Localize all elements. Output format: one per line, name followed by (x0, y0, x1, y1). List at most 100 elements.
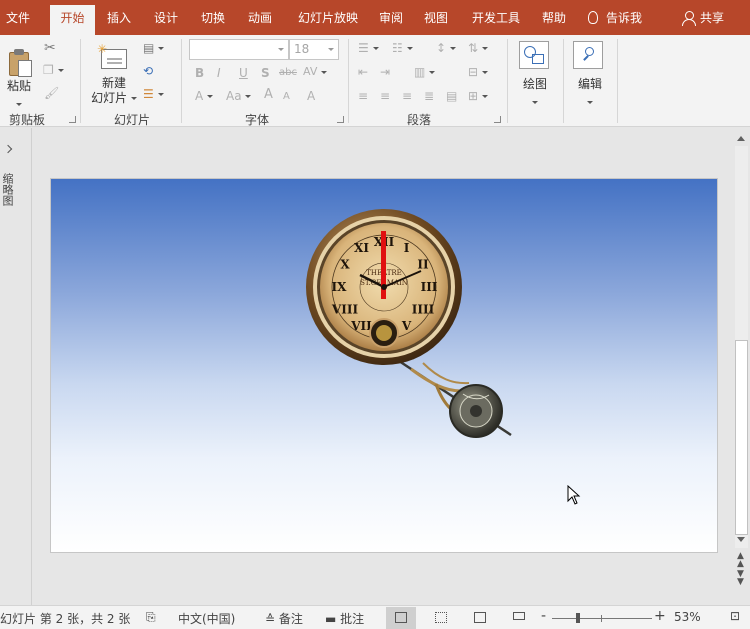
clock-numeral: III (421, 280, 438, 294)
smartart-icon[interactable]: ⊞ (468, 89, 488, 103)
paste-icon (9, 49, 33, 77)
comments-button[interactable]: ▬ 批注 (325, 610, 364, 627)
tab-insert[interactable]: 插入 (98, 0, 140, 35)
section-icon[interactable]: ☰ (143, 87, 164, 101)
zoom-slider-thumb[interactable] (576, 613, 580, 623)
tab-animations[interactable]: 动画 (239, 0, 281, 35)
notes-button[interactable]: ≙ 备注 (265, 610, 303, 627)
drawing-label: 绘图 (522, 77, 547, 91)
slideshow-button[interactable] (504, 607, 534, 629)
align-left-icon[interactable]: ≡ (358, 89, 368, 103)
italic-button[interactable]: I (217, 66, 221, 80)
scroll-thumb[interactable] (735, 340, 748, 535)
decrease-indent-icon[interactable]: ⇤ (358, 65, 368, 79)
new-slide-button[interactable]: ✳ 新建 幻灯片 (88, 39, 140, 109)
layout-icon[interactable]: ▤ (143, 41, 165, 55)
lightbulb-icon (588, 11, 598, 24)
tell-me-label: 告诉我 (606, 11, 643, 25)
clock-numeral: XI (354, 241, 369, 255)
spellcheck-icon[interactable]: ⎘ (146, 610, 156, 625)
tab-file[interactable]: 文件 (0, 0, 36, 35)
previous-slide-icon[interactable]: ▲ ▲ (737, 552, 744, 569)
shapes-icon (519, 41, 549, 69)
language-indicator[interactable]: 中文(中国) (178, 610, 235, 627)
drawing-button[interactable]: 绘图 (515, 39, 555, 105)
strikethrough-button[interactable]: abc (279, 66, 297, 80)
next-slide-icon[interactable]: ▼ ▼ (737, 570, 744, 587)
pendulum-clock-image[interactable]: XIIIIIIIIIIIIVVIVIIVIIIIXXXI THEATRE ST.… (51, 179, 718, 553)
shadow-button[interactable]: S (261, 66, 270, 80)
font-color-button[interactable]: A (195, 89, 214, 103)
font-size-combo[interactable]: 18 (289, 39, 339, 60)
status-bar: 幻灯片 第 2 张，共 2 张 ⎘ 中文(中国) ≙ 备注 ▬ 批注 - + 5… (0, 605, 750, 629)
tab-design[interactable]: 设计 (145, 0, 187, 35)
grow-font-button[interactable]: A (264, 88, 273, 102)
align-text-icon[interactable]: ⊟ (468, 65, 488, 79)
char-spacing-button[interactable]: AV (303, 65, 327, 79)
clock-numeral: IIII (412, 303, 435, 317)
vertical-scrollbar[interactable]: ▲ ▲ ▼ ▼ (733, 128, 750, 605)
expand-chevron-icon[interactable] (3, 144, 13, 154)
tab-help[interactable]: 帮助 (535, 0, 573, 35)
text-direction-icon[interactable]: ⇅ (468, 41, 488, 55)
editing-button[interactable]: 编辑 (570, 39, 610, 105)
increase-indent-icon[interactable]: ⇥ (380, 65, 390, 79)
zoom-slider-track[interactable] (552, 618, 652, 619)
line-spacing-icon[interactable]: ↕ (436, 41, 456, 55)
normal-view-button[interactable] (386, 607, 416, 629)
scroll-down-icon[interactable] (737, 537, 745, 542)
slide-sorter-button[interactable] (426, 607, 456, 629)
thumbnail-pane-label[interactable]: 缩略图 (1, 173, 15, 206)
clock-numeral: X (340, 258, 350, 272)
clear-format-button[interactable]: A (307, 89, 315, 103)
tab-slideshow[interactable]: 幻灯片放映 (288, 0, 368, 35)
distribute-icon[interactable]: ▤ (446, 89, 457, 103)
underline-button[interactable]: U (239, 66, 248, 80)
tab-review[interactable]: 审阅 (372, 0, 410, 35)
copy-icon[interactable]: ❐ (43, 63, 64, 77)
justify-icon[interactable]: ≣ (424, 89, 434, 103)
cut-icon[interactable]: ✂ (44, 41, 56, 55)
paragraph-launcher-icon[interactable] (494, 116, 501, 123)
group-divider (507, 39, 508, 123)
format-painter-icon[interactable]: 🖌 (44, 86, 59, 100)
paste-dropdown-caret (16, 97, 22, 111)
clipboard-launcher-icon[interactable] (69, 116, 76, 123)
person-icon (682, 11, 696, 26)
font-group-label: 字体 (245, 113, 270, 127)
clock-numeral: VII (350, 319, 372, 333)
columns-icon[interactable]: ▥ (414, 65, 436, 79)
tell-me-search[interactable]: 告诉我 (588, 0, 642, 35)
editing-label: 编辑 (577, 77, 602, 91)
bold-button[interactable]: B (195, 66, 204, 80)
tab-developer[interactable]: 开发工具 (465, 0, 527, 35)
shrink-font-button[interactable]: A (283, 90, 290, 104)
tab-home[interactable]: 开始 (50, 5, 95, 35)
font-name-combo[interactable] (189, 39, 289, 60)
zoom-level[interactable]: 53% (674, 610, 701, 624)
align-center-icon[interactable]: ≡ (380, 89, 390, 103)
zoom-in-button[interactable]: + (654, 608, 666, 624)
align-right-icon[interactable]: ≡ (402, 89, 412, 103)
zoom-out-button[interactable]: - (541, 608, 546, 624)
slide-count: 幻灯片 第 2 张，共 2 张 (0, 612, 131, 626)
fit-slide-icon[interactable]: ⊡ (730, 609, 740, 623)
group-divider (80, 39, 81, 123)
editing-caret (587, 95, 593, 109)
reading-view-button[interactable] (465, 607, 495, 629)
share-button[interactable]: 共享 (682, 0, 724, 35)
clock-numeral: VIII (331, 303, 359, 317)
share-label: 共享 (700, 11, 725, 25)
scroll-up-icon[interactable] (737, 136, 745, 141)
reset-slide-icon[interactable]: ⟲ (143, 64, 153, 78)
tab-view[interactable]: 视图 (417, 0, 455, 35)
tab-transitions[interactable]: 切换 (192, 0, 234, 35)
bullets-icon[interactable]: ☰ (358, 41, 379, 55)
paste-button[interactable]: 粘贴 (2, 39, 36, 106)
change-case-button[interactable]: Aa (226, 89, 252, 103)
numbering-icon[interactable]: ☷ (392, 41, 413, 55)
slide-canvas[interactable]: XIIIIIIIIIIIIVVIVIIVIIIIXXXI THEATRE ST.… (50, 178, 718, 553)
slide-sorter-icon (435, 612, 447, 623)
font-launcher-icon[interactable] (337, 116, 344, 123)
pendulum (395, 357, 512, 438)
